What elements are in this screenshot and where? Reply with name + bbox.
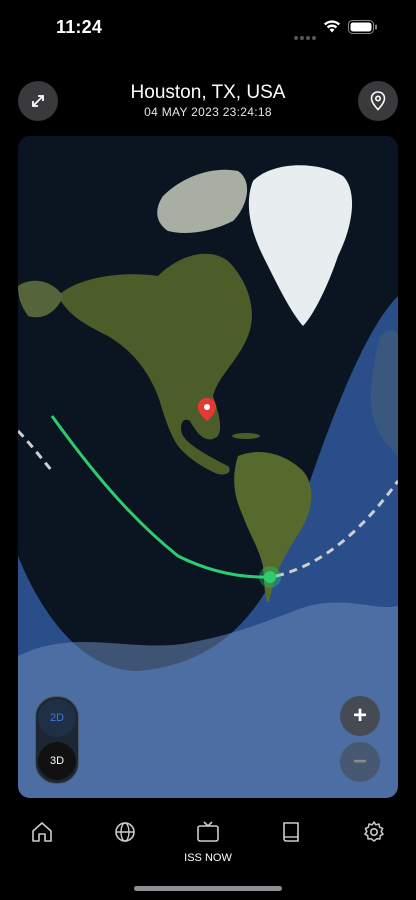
status-dots (294, 27, 318, 40)
battery-icon (348, 20, 377, 34)
home-indicator (134, 886, 282, 891)
iss-map[interactable] (18, 136, 398, 798)
map-canvas (18, 136, 398, 798)
tab-settings[interactable] (344, 820, 404, 866)
book-icon (283, 822, 299, 842)
tab-iss-now[interactable]: ISS NOW (178, 820, 238, 866)
view-mode-toggle[interactable]: 2D 3D (35, 696, 79, 784)
gear-icon (364, 821, 384, 842)
iss-position-marker[interactable] (264, 571, 276, 583)
globe-icon (115, 822, 135, 842)
mode-3d-button[interactable]: 3D (38, 742, 76, 780)
tab-home[interactable] (12, 820, 72, 866)
my-location-button[interactable] (358, 81, 398, 121)
zoom-out-button[interactable]: − (340, 742, 380, 782)
zoom-in-button[interactable]: + (340, 696, 380, 736)
tab-iss-now-label: ISS NOW (184, 852, 232, 864)
status-bar: 11:24 (0, 0, 416, 58)
wifi-icon (324, 20, 340, 33)
current-datetime: 04 MAY 2023 23:24:18 (144, 105, 272, 119)
mode-2d-button[interactable]: 2D (38, 699, 76, 737)
location-pin-icon (370, 91, 386, 111)
tv-icon (197, 821, 219, 842)
caribbean-islands (232, 433, 260, 439)
status-time: 11:24 (56, 17, 103, 37)
home-icon (32, 822, 52, 842)
location-title: Houston, TX, USA (130, 82, 286, 103)
tab-globe[interactable] (95, 820, 155, 866)
tab-book[interactable] (261, 820, 321, 866)
